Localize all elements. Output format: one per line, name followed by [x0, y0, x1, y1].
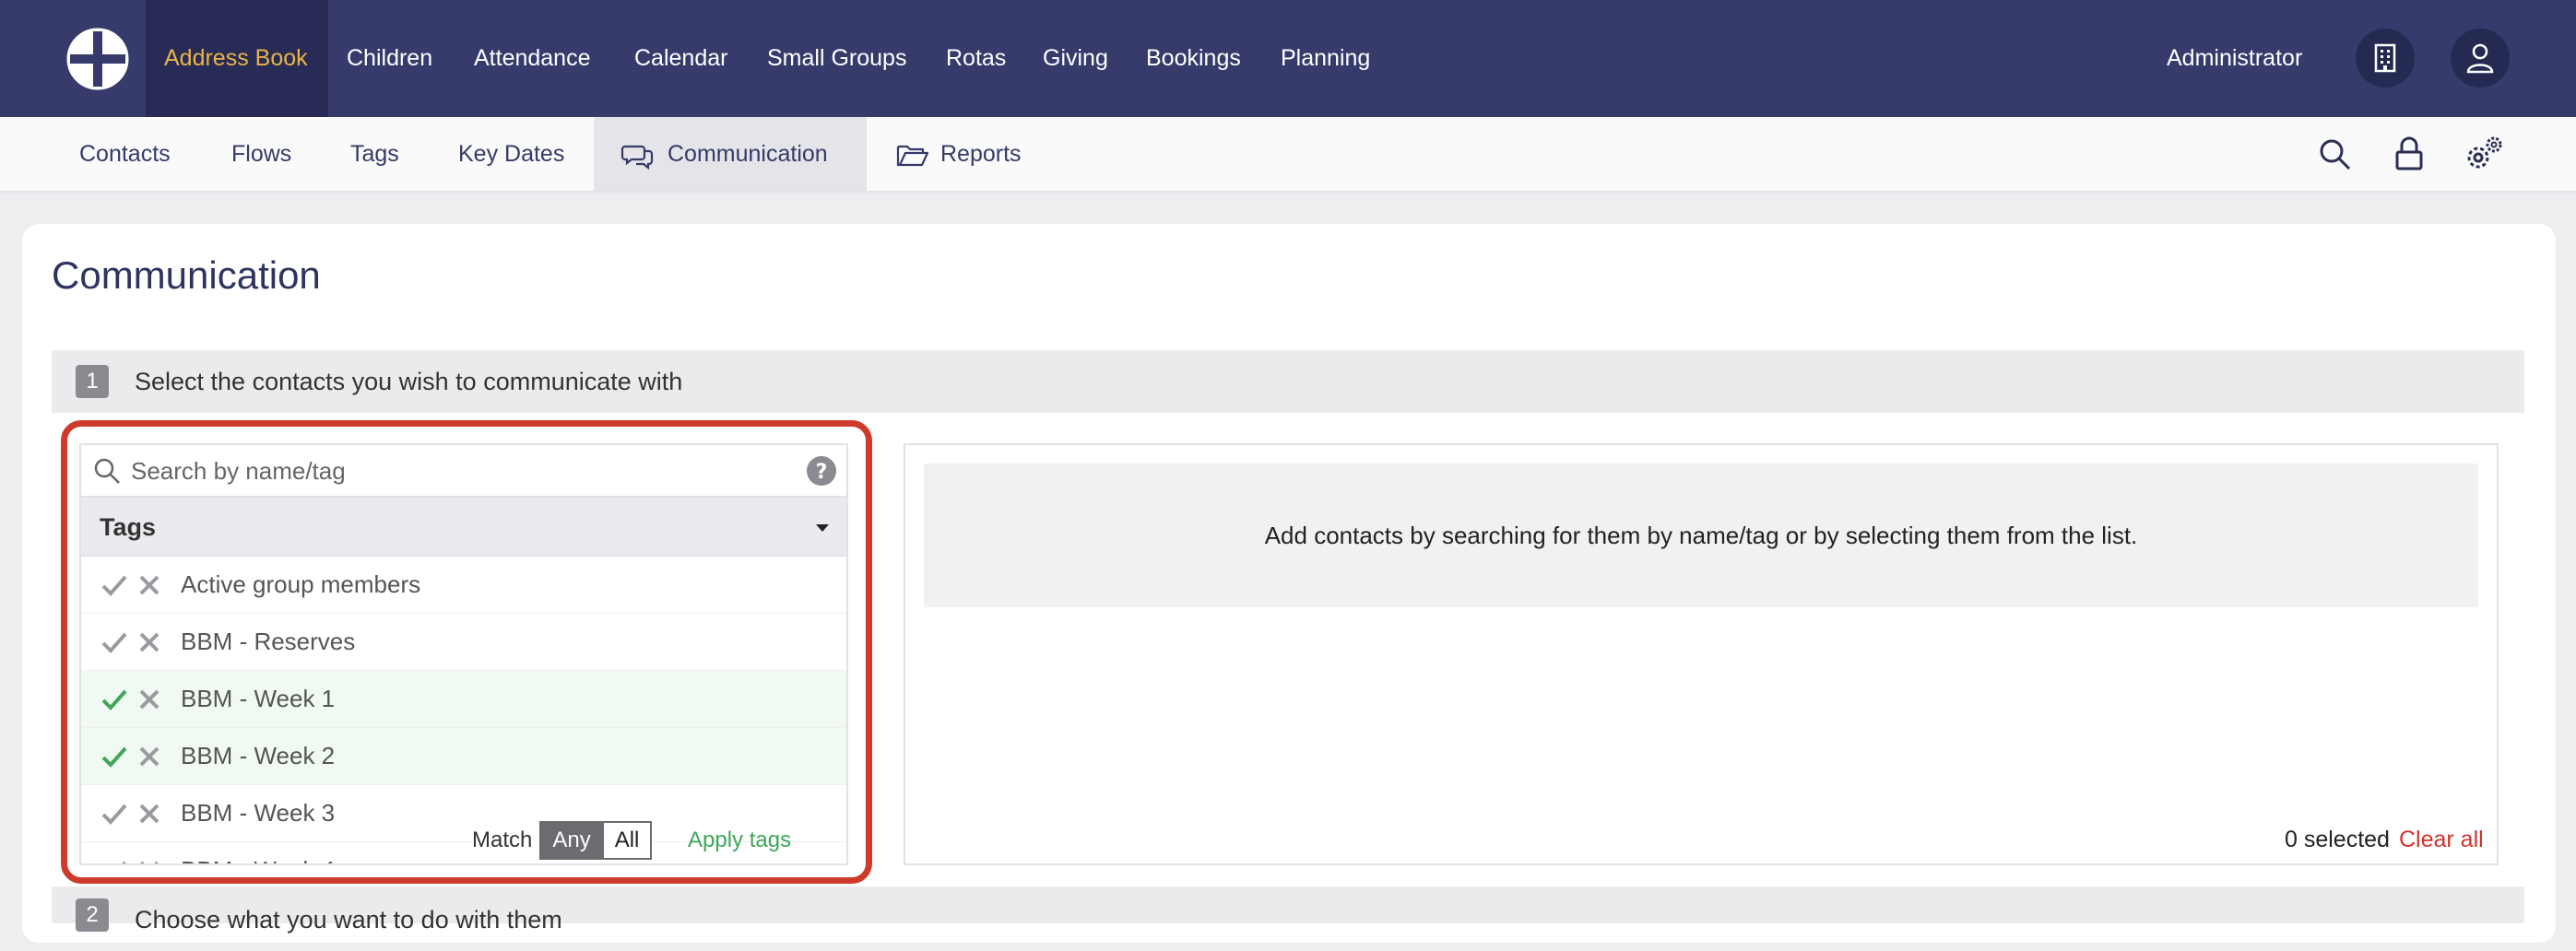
nav-bookings[interactable]: Bookings — [1146, 0, 1241, 117]
match-all-button[interactable]: All — [603, 821, 653, 860]
apply-tags-link[interactable]: Apply tags — [688, 820, 791, 861]
church-logo-icon[interactable] — [66, 28, 129, 90]
tab-contacts[interactable]: Contacts — [79, 117, 171, 191]
nav-giving[interactable]: Giving — [1043, 0, 1108, 117]
step-number: 2 — [76, 898, 109, 932]
tags-dropdown-header[interactable]: Tags — [81, 498, 846, 557]
tab-flows[interactable]: Flows — [231, 117, 291, 191]
nav-rotas[interactable]: Rotas — [946, 0, 1006, 117]
user-icon — [2466, 43, 2494, 74]
search-input[interactable] — [131, 452, 776, 489]
tag-label: BBM - Week 2 — [181, 742, 336, 769]
search-row: ? — [81, 445, 846, 498]
help-icon[interactable]: ? — [806, 455, 837, 487]
x-icon[interactable] — [138, 631, 160, 653]
nav-calendar[interactable]: Calendar — [634, 0, 727, 117]
top-navbar: Address Book Children Attendance Calenda… — [0, 0, 2576, 117]
tab-communication[interactable]: Communication — [594, 117, 867, 191]
svg-text:?: ? — [816, 461, 828, 484]
nav-attendance[interactable]: Attendance — [474, 0, 591, 117]
gears-icon[interactable] — [2464, 135, 2504, 174]
tab-key-dates[interactable]: Key Dates — [458, 117, 564, 191]
check-icon[interactable] — [101, 860, 127, 865]
tag-label: BBM - Reserves — [181, 628, 356, 655]
check-icon[interactable] — [101, 688, 127, 710]
nav-children[interactable]: Children — [347, 0, 432, 117]
x-icon[interactable] — [138, 574, 160, 596]
tag-row[interactable]: BBM - Week 2 — [81, 728, 846, 785]
tab-tags[interactable]: Tags — [350, 117, 399, 191]
search-icon — [94, 458, 120, 484]
x-icon[interactable] — [138, 860, 160, 865]
check-icon[interactable] — [101, 746, 127, 768]
empty-message: Add contacts by searching for them by na… — [924, 464, 2478, 607]
step-number: 1 — [76, 365, 109, 398]
step-text: Select the contacts you wish to communic… — [135, 367, 683, 395]
search-icon[interactable] — [2318, 137, 2353, 172]
selected-contacts-panel: Add contacts by searching for them by na… — [904, 443, 2499, 865]
tab-reports[interactable]: Reports — [894, 117, 1042, 191]
tag-label: BBM - Week 3 — [181, 799, 336, 827]
nav-small-groups[interactable]: Small Groups — [767, 0, 906, 117]
tag-label: BBM - Week 4 — [181, 856, 335, 863]
tag-row[interactable]: BBM - Reserves — [81, 614, 846, 671]
nav-address-book[interactable]: Address Book — [146, 0, 328, 117]
match-label: Match — [472, 828, 533, 852]
check-icon[interactable] — [101, 631, 127, 653]
organisation-button[interactable] — [2356, 29, 2415, 88]
match-toggle: Match Any All — [472, 820, 653, 861]
tags-header-label: Tags — [100, 512, 157, 541]
tag-selector-panel: ? Tags Active group members BBM - Reserv… — [79, 443, 848, 865]
match-any-button[interactable]: Any — [539, 821, 604, 860]
x-icon[interactable] — [138, 803, 160, 825]
caret-down-icon — [816, 524, 829, 532]
folder-icon — [896, 145, 929, 167]
tag-label: BBM - Week 1 — [181, 685, 336, 712]
sub-navbar: Contacts Flows Tags Key Dates Communicat… — [0, 117, 2576, 193]
x-icon[interactable] — [138, 746, 160, 768]
step-two-header: 2 Choose what you want to do with them — [52, 886, 2524, 933]
lock-icon[interactable] — [2393, 135, 2425, 172]
selected-count: 0 selected — [2285, 827, 2390, 852]
clear-all-link[interactable]: Clear all — [2399, 827, 2484, 853]
chat-icon — [620, 145, 654, 170]
check-icon[interactable] — [101, 803, 127, 825]
step-text: Choose what you want to do with them — [135, 905, 562, 933]
x-icon[interactable] — [138, 688, 160, 710]
page-title: Communication — [52, 253, 321, 297]
building-icon — [2374, 43, 2396, 73]
check-icon[interactable] — [101, 574, 127, 596]
administrator-label[interactable]: Administrator — [2167, 0, 2302, 117]
step-one-header: 1 Select the contacts you wish to commun… — [52, 350, 2524, 413]
nav-planning[interactable]: Planning — [1281, 0, 1370, 117]
profile-button[interactable] — [2451, 29, 2510, 88]
tag-row[interactable]: BBM - Week 1 — [81, 671, 846, 728]
tag-row[interactable]: Active group members — [81, 557, 846, 614]
tag-label: Active group members — [181, 570, 421, 598]
